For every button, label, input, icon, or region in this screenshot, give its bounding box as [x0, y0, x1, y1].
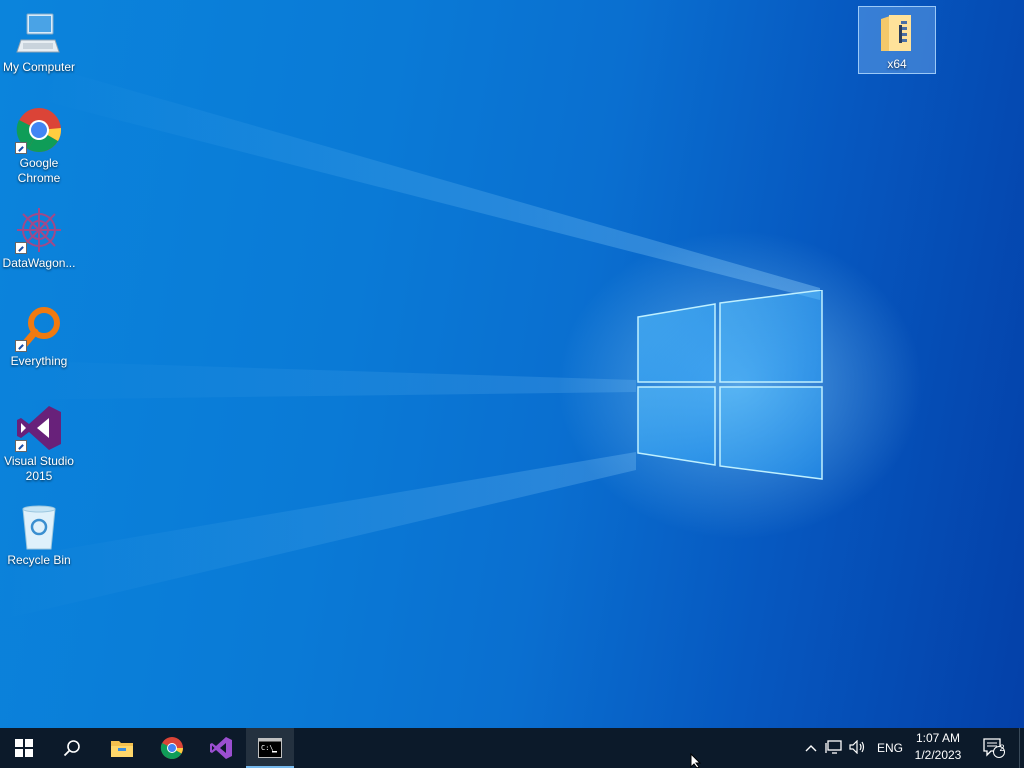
- visual-studio-icon: [210, 737, 232, 759]
- shortcut-arrow-icon: [15, 242, 27, 254]
- clock-date: 1/2/2023: [914, 748, 962, 762]
- everything-search-icon: [15, 304, 63, 352]
- windows-logo-wallpaper: [637, 290, 823, 480]
- desktop-icon-label: Recycle Bin: [7, 553, 71, 567]
- desktop-icon-x64-folder[interactable]: x64: [858, 6, 936, 74]
- desktop-icon-everything[interactable]: Everything: [1, 304, 77, 369]
- search-icon: [63, 740, 80, 757]
- chrome-icon: [160, 737, 183, 759]
- chrome-icon: [15, 106, 63, 154]
- visual-studio-icon: [15, 404, 63, 452]
- command-prompt-taskbar-button[interactable]: C:\: [246, 728, 294, 768]
- desktop-icon-label: Visual Studio 2015: [4, 454, 74, 483]
- windows-start-icon: [15, 739, 33, 757]
- desktop-icon-visual-studio[interactable]: Visual Studio 2015: [1, 404, 77, 484]
- desktop-background[interactable]: My Computer Google Chrome DataWagon... E…: [0, 0, 1024, 728]
- file-explorer-button[interactable]: [98, 728, 146, 768]
- notification-count-badge: 2: [999, 743, 1005, 753]
- computer-icon: [15, 10, 63, 58]
- desktop-icon-my-computer[interactable]: My Computer: [1, 10, 77, 75]
- shortcut-arrow-icon: [15, 440, 27, 452]
- desktop-icon-label: x64: [887, 57, 907, 71]
- action-center-button[interactable]: 2: [972, 728, 1016, 768]
- volume-icon[interactable]: [846, 739, 870, 757]
- clock-time: 1:07 AM: [915, 731, 961, 745]
- recycle-bin-icon: [15, 503, 63, 551]
- language-indicator[interactable]: ENG: [870, 741, 910, 755]
- desktop-icon-label: Google Chrome: [17, 156, 61, 185]
- wallpaper-rays: [0, 70, 820, 620]
- mouse-cursor-icon: [690, 753, 702, 768]
- svg-text:C:\: C:\: [261, 744, 274, 752]
- desktop-icon-recycle-bin[interactable]: Recycle Bin: [1, 503, 77, 568]
- shortcut-arrow-icon: [15, 340, 27, 352]
- desktop-icon-label: My Computer: [2, 60, 76, 74]
- show-desktop-button[interactable]: [1019, 728, 1024, 768]
- cmd-icon: C:\: [258, 738, 282, 758]
- desktop-icon-google-chrome[interactable]: Google Chrome: [1, 106, 77, 186]
- taskbar: C:\ ENG 1:07 AM 1/2/2023 2: [0, 728, 1024, 768]
- visual-studio-taskbar-button[interactable]: [197, 728, 245, 768]
- system-tray: ENG: [800, 728, 910, 768]
- desktop-icon-label: Everything: [10, 354, 68, 368]
- chrome-taskbar-button[interactable]: [148, 728, 196, 768]
- desktop-icon-label: DataWagon...: [2, 256, 76, 270]
- shortcut-arrow-icon: [15, 142, 27, 154]
- show-hidden-icons-chevron-icon[interactable]: [800, 741, 822, 755]
- network-icon[interactable]: [822, 739, 846, 757]
- start-button[interactable]: [0, 728, 48, 768]
- desktop-icon-datawagon[interactable]: DataWagon...: [1, 206, 77, 271]
- search-button[interactable]: [48, 728, 96, 768]
- datawagon-icon: [15, 206, 63, 254]
- zip-folder-icon: [877, 11, 917, 55]
- clock[interactable]: 1:07 AM 1/2/2023: [906, 730, 970, 764]
- file-explorer-icon: [111, 741, 133, 757]
